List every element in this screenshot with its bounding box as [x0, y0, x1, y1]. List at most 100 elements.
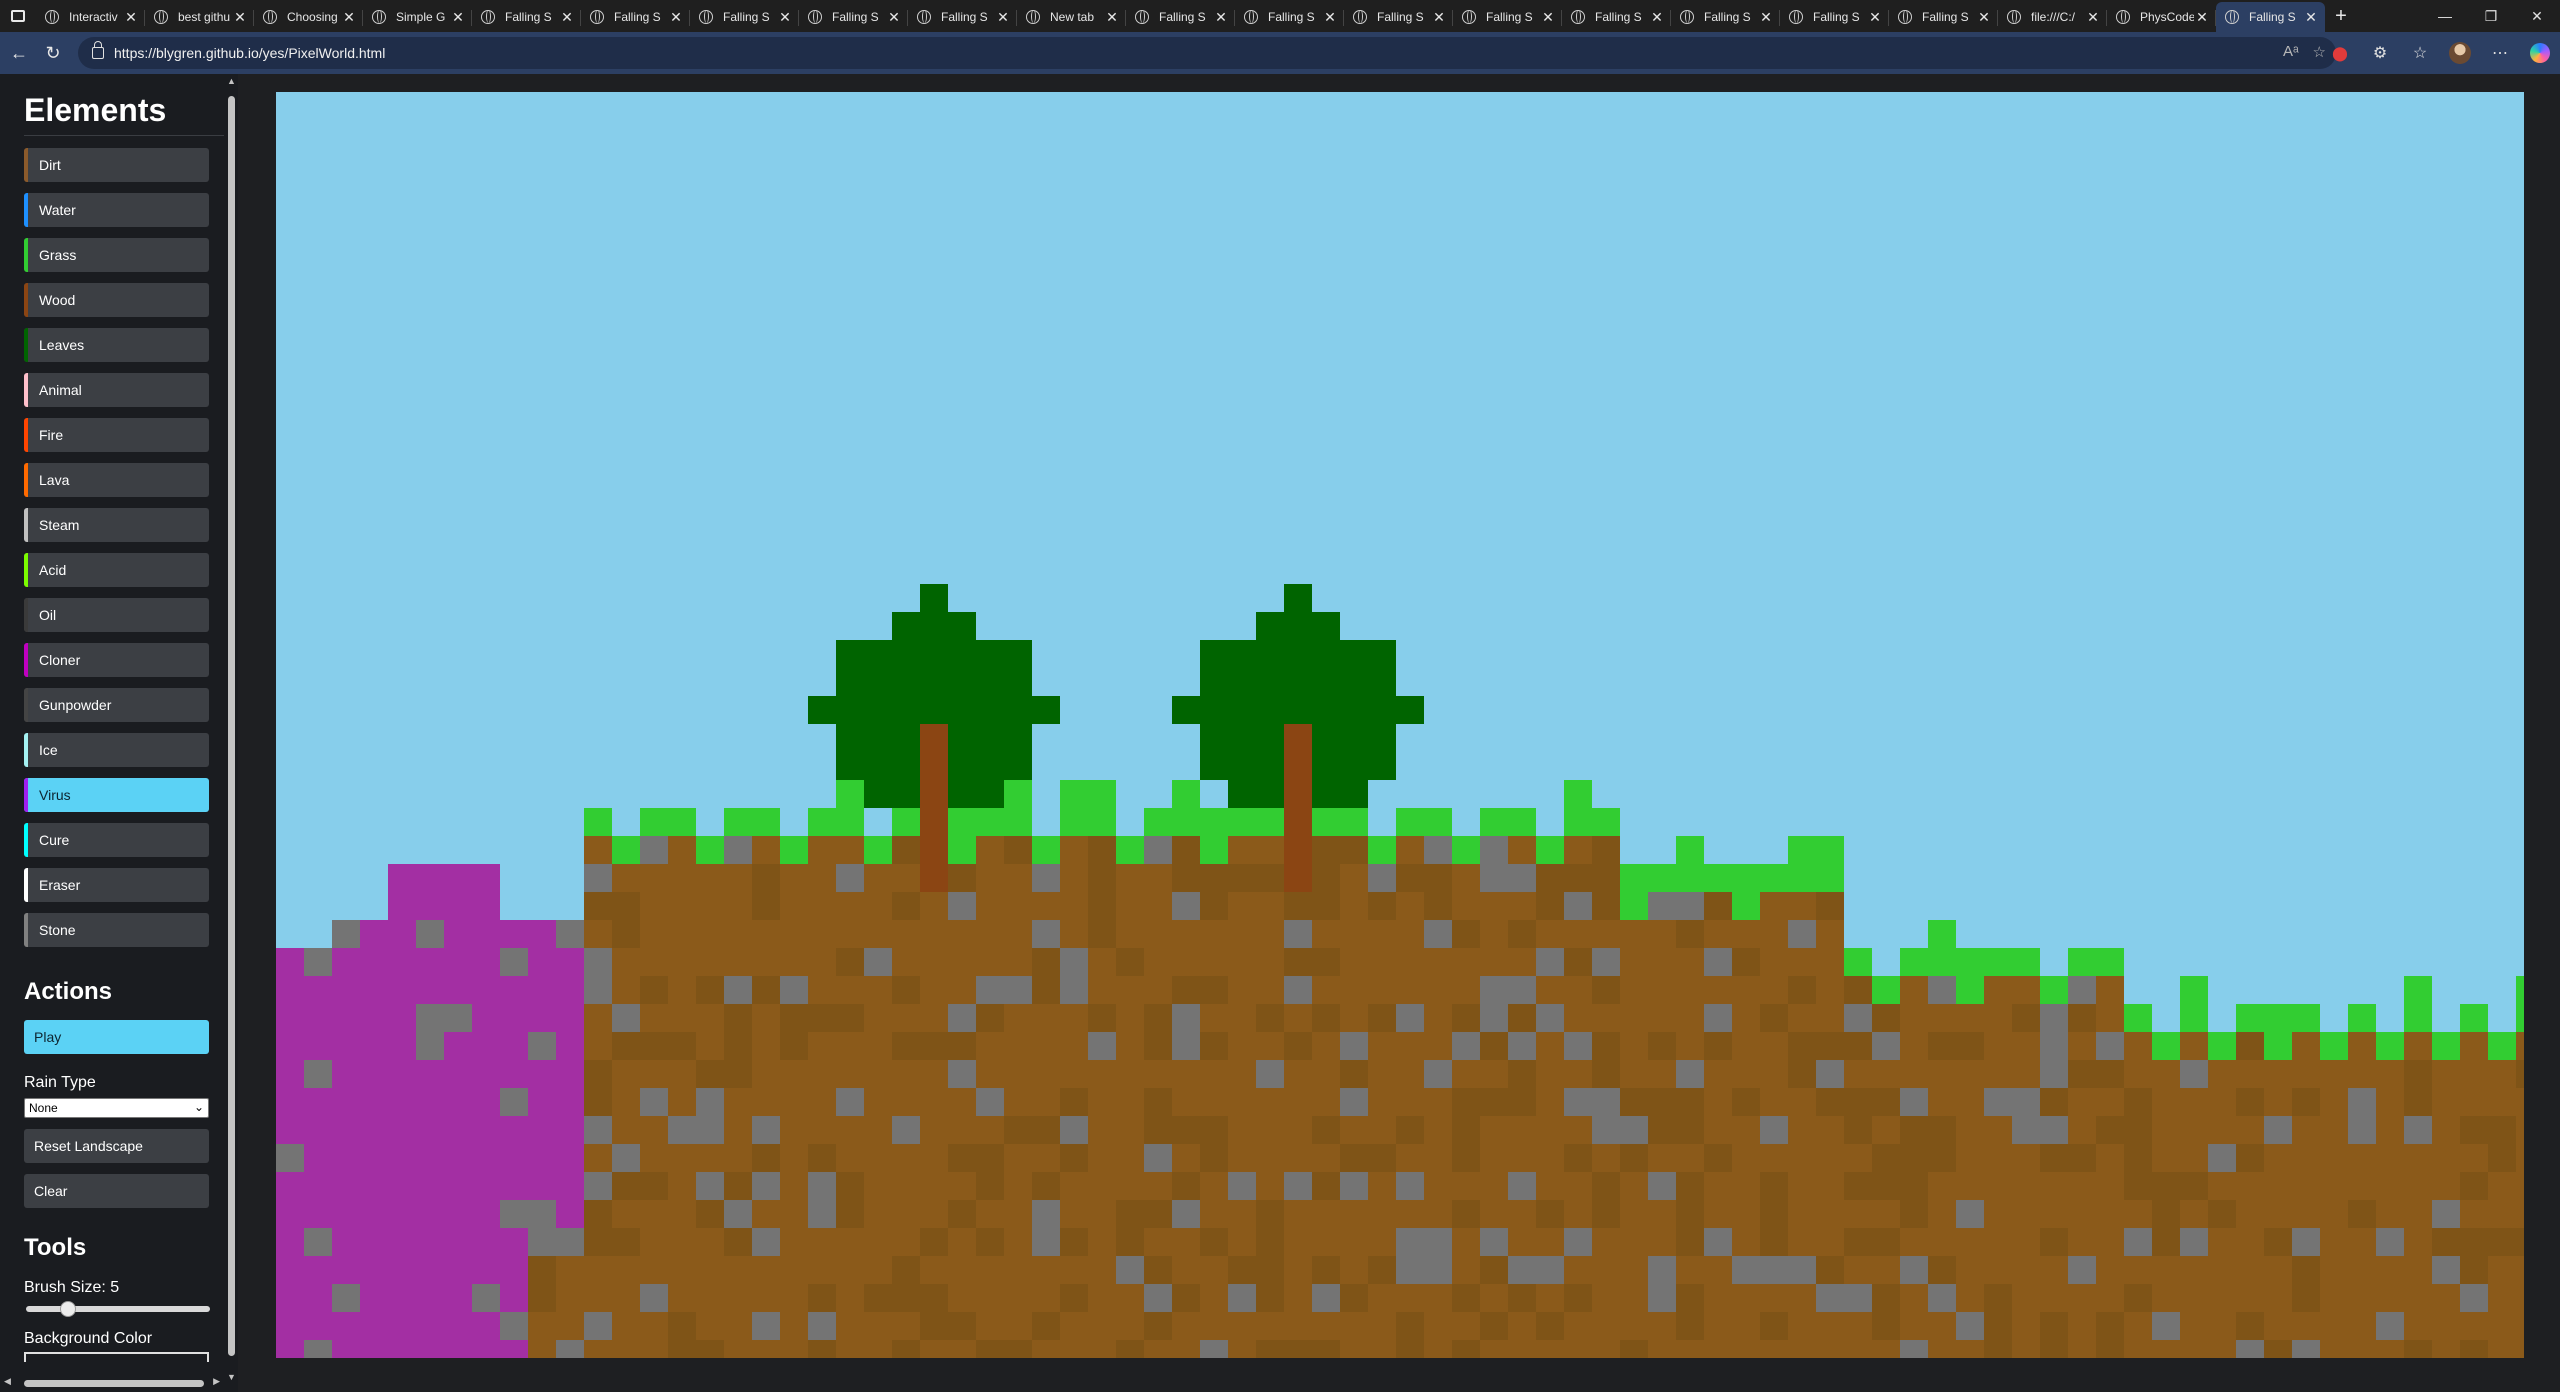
browser-tab[interactable]: Simple G ✕ — [363, 2, 472, 32]
browser-tab[interactable]: Falling S ✕ — [1671, 2, 1780, 32]
virus-pixel — [360, 1088, 388, 1116]
browser-tab[interactable]: Falling S ✕ — [1126, 2, 1235, 32]
browser-tab[interactable]: Falling S ✕ — [1453, 2, 1562, 32]
element-button-cloner[interactable]: Cloner — [24, 643, 209, 677]
close-window-icon[interactable]: ✕ — [2514, 0, 2560, 32]
close-tab-icon[interactable]: ✕ — [1213, 9, 1229, 26]
close-tab-icon[interactable]: ✕ — [1758, 9, 1774, 26]
close-tab-icon[interactable]: ✕ — [2303, 9, 2319, 26]
scroll-down-icon[interactable]: ▼ — [226, 1372, 237, 1382]
brush-size-thumb[interactable] — [59, 1301, 76, 1317]
browser-tab[interactable]: PhysCode ✕ — [2107, 2, 2216, 32]
refresh-icon[interactable]: ↻ — [36, 36, 70, 70]
more-menu-icon[interactable]: ⋯ — [2480, 43, 2520, 63]
element-button-leaves[interactable]: Leaves — [24, 328, 209, 362]
element-button-cure[interactable]: Cure — [24, 823, 209, 857]
close-tab-icon[interactable]: ✕ — [341, 9, 357, 26]
dirt-pixel — [1928, 1228, 1956, 1256]
dirt-pixel — [780, 976, 808, 1004]
close-tab-icon[interactable]: ✕ — [1104, 9, 1120, 26]
close-tab-icon[interactable]: ✕ — [123, 9, 139, 26]
close-tab-icon[interactable]: ✕ — [559, 9, 575, 26]
tab-actions-icon[interactable] — [0, 0, 36, 32]
element-button-gunpowder[interactable]: Gunpowder — [24, 688, 209, 722]
element-button-lava[interactable]: Lava — [24, 463, 209, 497]
close-tab-icon[interactable]: ✕ — [777, 9, 793, 26]
extension-icon[interactable]: ⬤ — [2320, 45, 2360, 62]
element-button-water[interactable]: Water — [24, 193, 209, 227]
close-tab-icon[interactable]: ✕ — [2194, 9, 2210, 26]
element-button-oil[interactable]: Oil — [24, 598, 209, 632]
profile-avatar[interactable] — [2449, 42, 2471, 64]
background-color-picker[interactable] — [24, 1352, 209, 1362]
rain-type-select[interactable]: None ⌄ — [24, 1098, 209, 1118]
browser-tab[interactable]: Falling S ✕ — [799, 2, 908, 32]
browser-tab[interactable]: Falling S ✕ — [581, 2, 690, 32]
close-tab-icon[interactable]: ✕ — [886, 9, 902, 26]
close-tab-icon[interactable]: ✕ — [1322, 9, 1338, 26]
element-button-dirt[interactable]: Dirt — [24, 148, 209, 182]
element-button-ice[interactable]: Ice — [24, 733, 209, 767]
clear-button[interactable]: Clear — [24, 1174, 209, 1208]
browser-tab[interactable]: Falling S ✕ — [1562, 2, 1671, 32]
url-text[interactable]: https://blygren.github.io/yes/PixelWorld… — [114, 45, 385, 61]
scroll-up-icon[interactable]: ▲ — [226, 76, 237, 86]
close-tab-icon[interactable]: ✕ — [995, 9, 1011, 26]
browser-tab[interactable]: Falling S ✕ — [1344, 2, 1453, 32]
dirt-pixel — [920, 1032, 948, 1060]
extensions-puzzle-icon[interactable]: ⚙ — [2360, 43, 2400, 63]
close-tab-icon[interactable]: ✕ — [232, 9, 248, 26]
browser-tab[interactable]: Falling S ✕ — [690, 2, 799, 32]
favorites-icon[interactable]: ☆ — [2400, 43, 2440, 63]
element-button-steam[interactable]: Steam — [24, 508, 209, 542]
element-button-grass[interactable]: Grass — [24, 238, 209, 272]
close-tab-icon[interactable]: ✕ — [1431, 9, 1447, 26]
play-button[interactable]: Play — [24, 1020, 209, 1054]
element-button-animal[interactable]: Animal — [24, 373, 209, 407]
restore-icon[interactable]: ❐ — [2468, 0, 2514, 32]
element-button-fire[interactable]: Fire — [24, 418, 209, 452]
pixel-world[interactable] — [276, 92, 2524, 1358]
address-bar[interactable]: https://blygren.github.io/yes/PixelWorld… — [78, 37, 2336, 69]
copilot-icon[interactable] — [2530, 43, 2550, 63]
browser-tab[interactable]: Interactiv ✕ — [36, 2, 145, 32]
read-aloud-icon[interactable]: Aᵃ — [2283, 43, 2299, 61]
browser-tab[interactable]: Falling S ✕ — [472, 2, 581, 32]
element-button-wood[interactable]: Wood — [24, 283, 209, 317]
vertical-scroll-thumb[interactable] — [228, 96, 235, 1356]
element-button-acid[interactable]: Acid — [24, 553, 209, 587]
close-tab-icon[interactable]: ✕ — [1867, 9, 1883, 26]
horizontal-scroll-thumb[interactable] — [24, 1380, 204, 1387]
browser-tab[interactable]: best githu ✕ — [145, 2, 254, 32]
browser-tab[interactable]: Falling S ✕ — [1780, 2, 1889, 32]
reset-landscape-button[interactable]: Reset Landscape — [24, 1129, 209, 1163]
browser-tab[interactable]: Falling S ✕ — [1235, 2, 1344, 32]
virus-pixel — [332, 1004, 360, 1032]
browser-tab[interactable]: Choosing ✕ — [254, 2, 363, 32]
element-button-eraser[interactable]: Eraser — [24, 868, 209, 902]
close-tab-icon[interactable]: ✕ — [2085, 9, 2101, 26]
minimize-icon[interactable]: — — [2422, 0, 2468, 32]
brush-size-slider[interactable] — [26, 1301, 210, 1317]
lock-icon[interactable] — [92, 41, 104, 59]
dirt-pixel — [1480, 1200, 1508, 1228]
browser-tab[interactable]: Falling S ✕ — [2216, 2, 2325, 32]
close-tab-icon[interactable]: ✕ — [668, 9, 684, 26]
browser-tab[interactable]: Falling S ✕ — [908, 2, 1017, 32]
simulation-canvas[interactable] — [276, 92, 2524, 1358]
scroll-left-icon[interactable]: ◀ — [4, 1376, 11, 1387]
browser-tab[interactable]: Falling S ✕ — [1889, 2, 1998, 32]
browser-tab[interactable]: New tab ✕ — [1017, 2, 1126, 32]
sidebar-vertical-scrollbar[interactable]: ▲ ▼ — [224, 74, 238, 1382]
close-tab-icon[interactable]: ✕ — [1649, 9, 1665, 26]
element-button-virus[interactable]: Virus — [24, 778, 209, 812]
back-icon[interactable]: ← — [2, 36, 36, 70]
close-tab-icon[interactable]: ✕ — [1540, 9, 1556, 26]
sidebar-horizontal-scrollbar[interactable]: ◀ ▶ — [0, 1376, 224, 1390]
new-tab-button[interactable]: + — [2325, 5, 2357, 28]
browser-tab[interactable]: file:///C:/✕ — [1998, 2, 2107, 32]
element-button-stone[interactable]: Stone — [24, 913, 209, 947]
close-tab-icon[interactable]: ✕ — [1976, 9, 1992, 26]
close-tab-icon[interactable]: ✕ — [450, 9, 466, 26]
scroll-right-icon[interactable]: ▶ — [213, 1376, 220, 1387]
